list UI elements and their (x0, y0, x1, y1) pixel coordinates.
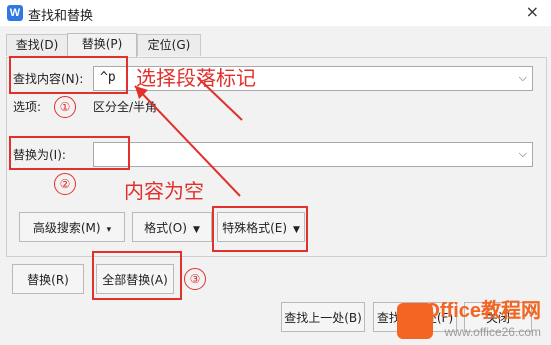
watermark-url: www.office26.com (444, 325, 542, 339)
watermark-brand: Office教程网 (424, 300, 541, 322)
